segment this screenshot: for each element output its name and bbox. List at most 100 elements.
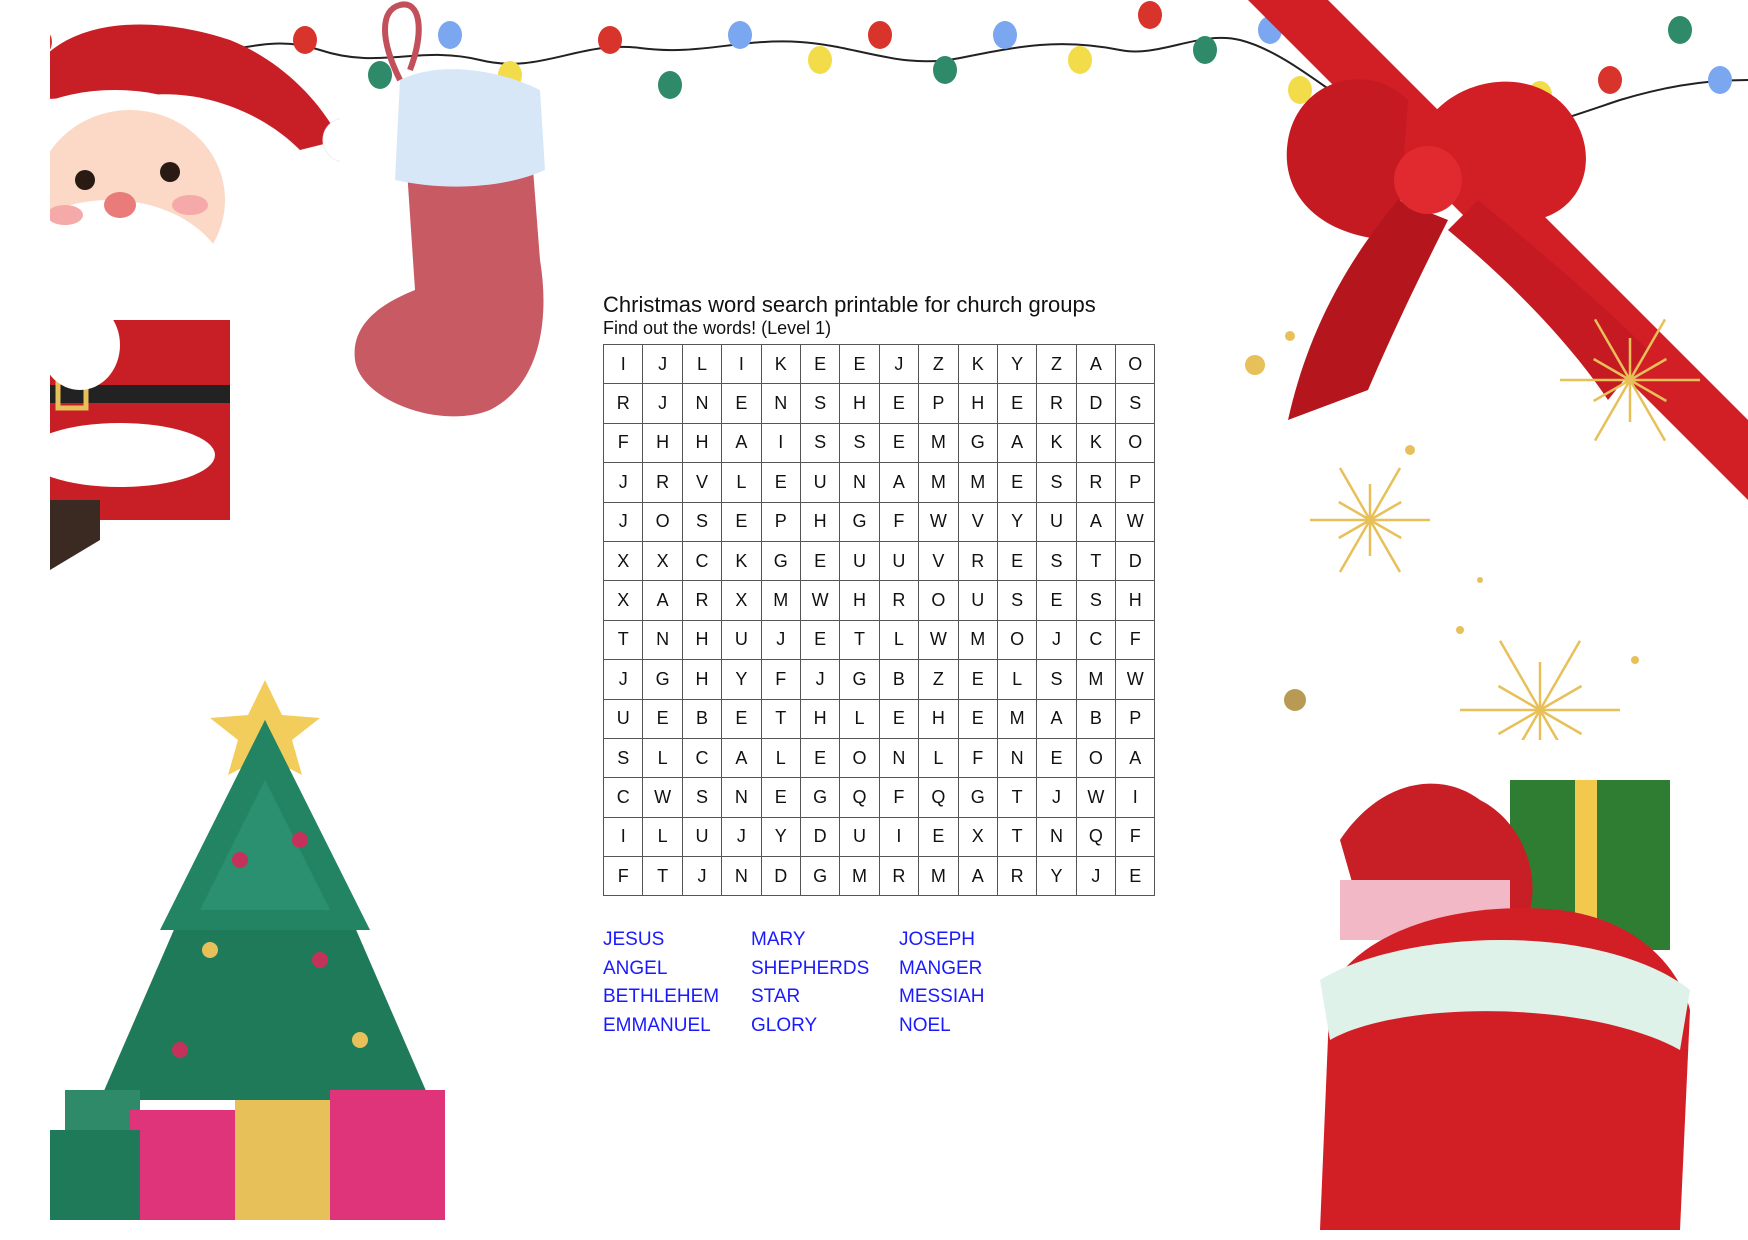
grid-cell[interactable]: H: [642, 422, 683, 464]
grid-cell[interactable]: G: [799, 777, 841, 818]
grid-cell[interactable]: E: [1115, 856, 1156, 897]
grid-cell[interactable]: Y: [721, 659, 762, 700]
grid-cell[interactable]: Z: [918, 659, 959, 700]
grid-cell[interactable]: J: [878, 343, 920, 385]
grid-cell[interactable]: C: [602, 777, 644, 818]
grid-cell[interactable]: J: [602, 462, 644, 503]
grid-cell[interactable]: U: [721, 619, 762, 661]
grid-cell[interactable]: F: [602, 422, 644, 464]
grid-cell[interactable]: B: [1075, 698, 1117, 739]
grid-cell[interactable]: N: [996, 737, 1038, 779]
grid-cell[interactable]: M: [1075, 659, 1117, 700]
grid-cell[interactable]: Z: [1036, 343, 1077, 385]
grid-cell[interactable]: N: [642, 619, 683, 661]
grid-cell[interactable]: E: [799, 737, 841, 779]
grid-cell[interactable]: U: [839, 816, 880, 858]
grid-cell[interactable]: W: [642, 777, 683, 818]
grid-cell[interactable]: N: [1036, 816, 1077, 858]
grid-cell[interactable]: F: [878, 501, 920, 542]
grid-cell[interactable]: S: [681, 501, 723, 542]
grid-cell[interactable]: C: [681, 737, 723, 779]
grid-cell[interactable]: H: [681, 422, 723, 464]
grid-cell[interactable]: S: [1115, 383, 1156, 424]
grid-cell[interactable]: H: [918, 698, 959, 739]
grid-cell[interactable]: E: [957, 659, 998, 700]
grid-cell[interactable]: K: [760, 343, 801, 385]
grid-cell[interactable]: I: [1115, 777, 1156, 818]
grid-cell[interactable]: A: [721, 422, 762, 464]
grid-cell[interactable]: K: [1075, 422, 1117, 464]
grid-cell[interactable]: F: [602, 856, 644, 897]
grid-cell[interactable]: R: [957, 540, 998, 582]
grid-cell[interactable]: X: [957, 816, 998, 858]
grid-cell[interactable]: K: [721, 540, 762, 582]
grid-cell[interactable]: E: [878, 698, 920, 739]
grid-cell[interactable]: S: [602, 737, 644, 779]
grid-cell[interactable]: J: [1036, 619, 1077, 661]
grid-cell[interactable]: C: [1075, 619, 1117, 661]
grid-cell[interactable]: L: [681, 343, 723, 385]
grid-cell[interactable]: H: [957, 383, 998, 424]
grid-cell[interactable]: H: [799, 501, 841, 542]
grid-cell[interactable]: G: [839, 659, 880, 700]
grid-cell[interactable]: M: [996, 698, 1038, 739]
grid-cell[interactable]: D: [799, 816, 841, 858]
grid-cell[interactable]: S: [799, 383, 841, 424]
grid-cell[interactable]: I: [721, 343, 762, 385]
grid-cell[interactable]: S: [839, 422, 880, 464]
grid-cell[interactable]: Y: [996, 501, 1038, 542]
grid-cell[interactable]: T: [1075, 540, 1117, 582]
grid-cell[interactable]: H: [681, 619, 723, 661]
grid-cell[interactable]: D: [1075, 383, 1117, 424]
grid-cell[interactable]: G: [760, 540, 801, 582]
grid-cell[interactable]: Y: [996, 343, 1038, 385]
grid-cell[interactable]: D: [1115, 540, 1156, 582]
grid-cell[interactable]: F: [957, 737, 998, 779]
grid-cell[interactable]: F: [1115, 619, 1156, 661]
grid-cell[interactable]: S: [799, 422, 841, 464]
grid-cell[interactable]: Q: [1075, 816, 1117, 858]
grid-cell[interactable]: I: [760, 422, 801, 464]
grid-cell[interactable]: Q: [918, 777, 959, 818]
grid-cell[interactable]: P: [1115, 698, 1156, 739]
grid-cell[interactable]: L: [760, 737, 801, 779]
grid-cell[interactable]: X: [602, 580, 644, 621]
grid-cell[interactable]: L: [839, 698, 880, 739]
grid-cell[interactable]: F: [1115, 816, 1156, 858]
grid-cell[interactable]: R: [1036, 383, 1077, 424]
grid-cell[interactable]: F: [760, 659, 801, 700]
grid-cell[interactable]: G: [799, 856, 841, 897]
grid-cell[interactable]: S: [996, 580, 1038, 621]
grid-cell[interactable]: G: [957, 777, 998, 818]
grid-cell[interactable]: L: [918, 737, 959, 779]
grid-cell[interactable]: A: [878, 462, 920, 503]
grid-cell[interactable]: R: [996, 856, 1038, 897]
grid-cell[interactable]: E: [721, 698, 762, 739]
grid-cell[interactable]: N: [839, 462, 880, 503]
grid-cell[interactable]: H: [681, 659, 723, 700]
grid-cell[interactable]: V: [957, 501, 998, 542]
grid-cell[interactable]: J: [799, 659, 841, 700]
grid-cell[interactable]: A: [1036, 698, 1077, 739]
grid-cell[interactable]: D: [760, 856, 801, 897]
grid-cell[interactable]: M: [918, 856, 959, 897]
grid-cell[interactable]: C: [681, 540, 723, 582]
grid-cell[interactable]: P: [918, 383, 959, 424]
grid-cell[interactable]: J: [602, 501, 644, 542]
grid-cell[interactable]: A: [642, 580, 683, 621]
grid-cell[interactable]: P: [760, 501, 801, 542]
grid-cell[interactable]: R: [1075, 462, 1117, 503]
grid-cell[interactable]: E: [839, 343, 880, 385]
grid-cell[interactable]: H: [1115, 580, 1156, 621]
grid-cell[interactable]: W: [1115, 501, 1156, 542]
grid-cell[interactable]: N: [878, 737, 920, 779]
grid-cell[interactable]: H: [839, 383, 880, 424]
grid-cell[interactable]: W: [918, 619, 959, 661]
grid-cell[interactable]: S: [1036, 462, 1077, 503]
grid-cell[interactable]: O: [1075, 737, 1117, 779]
grid-cell[interactable]: S: [681, 777, 723, 818]
grid-cell[interactable]: S: [1036, 659, 1077, 700]
grid-cell[interactable]: U: [1036, 501, 1077, 542]
grid-cell[interactable]: E: [878, 383, 920, 424]
grid-cell[interactable]: E: [996, 540, 1038, 582]
